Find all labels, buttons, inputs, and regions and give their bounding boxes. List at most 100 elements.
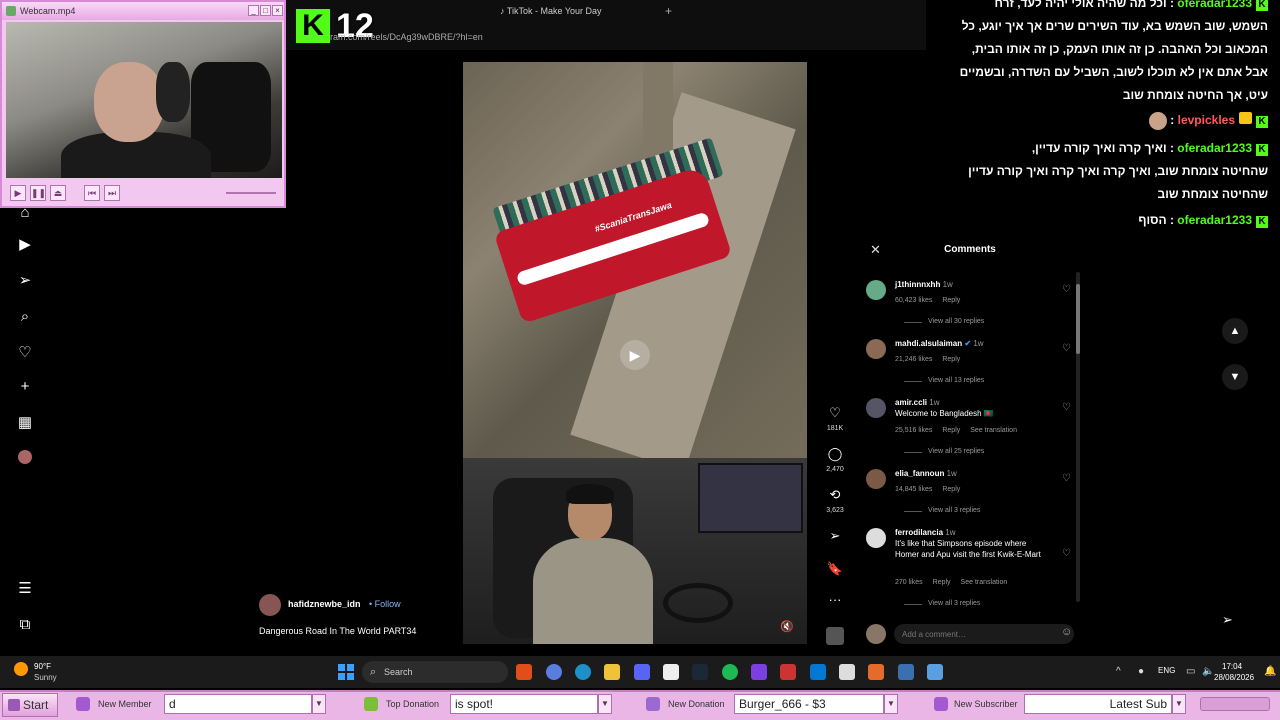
taskbar-search[interactable]: Search: [362, 661, 508, 683]
steam-client-icon[interactable]: [898, 664, 914, 680]
creator-avatar[interactable]: [259, 594, 281, 616]
audio-thumbnail[interactable]: [826, 627, 844, 645]
reel-video-top[interactable]: #ScaniaTransJawa: [463, 62, 807, 458]
commenter-username[interactable]: j1thinnnxhh 1w: [895, 280, 953, 289]
notifications-bell-icon[interactable]: 🔔: [1264, 666, 1276, 677]
see-translation-link[interactable]: See translation: [961, 579, 1008, 586]
reply-link[interactable]: Reply: [942, 356, 960, 363]
weather-sun-icon[interactable]: [14, 662, 28, 676]
app-icon[interactable]: [751, 664, 767, 680]
view-replies-link[interactable]: View all 30 replies: [903, 318, 984, 325]
mute-icon[interactable]: 🔇: [780, 620, 794, 633]
comment-like-icon[interactable]: ♡: [1062, 402, 1071, 413]
play-button[interactable]: ▶: [620, 340, 650, 370]
notepad-icon[interactable]: [839, 664, 855, 680]
vscode-icon[interactable]: [810, 664, 826, 680]
reply-link[interactable]: Reply: [942, 297, 960, 304]
app-icon[interactable]: [868, 664, 884, 680]
more-apps-icon[interactable]: ⧉: [16, 616, 34, 634]
play-icon[interactable]: ▶: [10, 185, 26, 201]
input-language[interactable]: ENG: [1158, 666, 1175, 675]
previous-icon[interactable]: ⏮: [84, 185, 100, 201]
commenter-avatar[interactable]: [866, 280, 886, 300]
view-replies-link[interactable]: View all 3 replies: [903, 507, 980, 514]
reply-link[interactable]: Reply: [942, 486, 960, 493]
brave-browser-icon[interactable]: [516, 664, 532, 680]
commenter-username[interactable]: amir.ccli 1w: [895, 398, 940, 407]
reel-video-bottom[interactable]: [463, 458, 807, 644]
volume-icon[interactable]: 🔈: [1202, 666, 1214, 677]
commenter-avatar[interactable]: [866, 339, 886, 359]
network-icon[interactable]: ▭: [1186, 666, 1195, 677]
add-comment-input[interactable]: [894, 624, 1074, 644]
chevron-down-icon[interactable]: ▼: [598, 694, 612, 714]
menu-icon[interactable]: ☰: [16, 580, 34, 598]
view-replies-link[interactable]: View all 13 replies: [903, 377, 984, 384]
commenter-username[interactable]: elia_fannoun 1w: [895, 469, 957, 478]
bookmark-icon[interactable]: 🔖: [826, 561, 844, 577]
previous-reel-chevron-up-icon[interactable]: ▲: [1222, 318, 1248, 344]
view-replies-link[interactable]: View all 3 replies: [903, 600, 980, 607]
commenter-username[interactable]: ferrodilancia 1w: [895, 528, 955, 537]
next-reel-chevron-down-icon[interactable]: ▼: [1222, 364, 1248, 390]
commenter-avatar[interactable]: [866, 469, 886, 489]
notifications-heart-icon[interactable]: ♡: [16, 344, 34, 362]
next-icon[interactable]: ⏭: [104, 185, 120, 201]
commenter-avatar[interactable]: [866, 528, 886, 548]
search-icon[interactable]: ⌕: [16, 308, 34, 326]
profile-avatar[interactable]: [16, 450, 34, 468]
repost-icon[interactable]: ⟲: [826, 487, 844, 503]
comment-like-icon[interactable]: ♡: [1062, 343, 1071, 354]
tray-app-icon[interactable]: ●: [1138, 666, 1144, 677]
minimize-icon[interactable]: _: [248, 5, 259, 16]
creator-username[interactable]: hafidznewbe_idn: [288, 599, 361, 609]
comments-scroll-thumb[interactable]: [1076, 284, 1080, 354]
start-button[interactable]: Start: [2, 693, 58, 717]
commenter-avatar[interactable]: [866, 398, 886, 418]
eject-icon[interactable]: ⏏: [50, 185, 66, 201]
comment-like-icon[interactable]: ♡: [1062, 284, 1071, 295]
home-icon[interactable]: ⌂: [16, 204, 34, 222]
comment-like-icon[interactable]: ♡: [1062, 548, 1071, 559]
app-icon[interactable]: [927, 664, 943, 680]
clock-date[interactable]: 28/08/2026: [1214, 673, 1254, 682]
chevron-down-icon[interactable]: ▼: [312, 694, 326, 714]
commenter-username[interactable]: mahdi.alsulaiman ✔ 1w: [895, 339, 984, 348]
address-bar[interactable]: ram.com/reels/DcAg39wDBRE/?hl=en: [330, 32, 483, 42]
new-tab-icon[interactable]: +: [665, 4, 672, 18]
chevron-down-icon[interactable]: ▼: [1172, 694, 1186, 714]
share-icon[interactable]: ➢: [826, 528, 844, 544]
windows-start-icon[interactable]: [338, 664, 354, 680]
close-icon[interactable]: ×: [272, 5, 283, 16]
dashboard-icon[interactable]: ▦: [16, 414, 34, 432]
copilot-icon[interactable]: [546, 664, 562, 680]
pause-icon[interactable]: ❚❚: [30, 185, 46, 201]
store-icon[interactable]: [663, 664, 679, 680]
reply-link[interactable]: Reply: [942, 427, 960, 434]
emoji-icon[interactable]: ☺: [1061, 626, 1072, 638]
spotify-icon[interactable]: [722, 664, 738, 680]
messages-icon[interactable]: ➢: [1222, 612, 1233, 628]
tray-expand-chevron-icon[interactable]: ^: [1116, 666, 1121, 677]
view-replies-link[interactable]: View all 25 replies: [903, 448, 984, 455]
comment-like-icon[interactable]: ♡: [1062, 473, 1071, 484]
clock-time[interactable]: 17:04: [1222, 662, 1242, 671]
steam-icon[interactable]: [692, 664, 708, 680]
volume-slider[interactable]: [226, 192, 276, 194]
maximize-icon[interactable]: □: [260, 5, 271, 16]
discord-icon[interactable]: [634, 664, 650, 680]
explore-icon[interactable]: ➢: [16, 272, 34, 290]
app-icon[interactable]: [780, 664, 796, 680]
comment-icon[interactable]: ◯: [826, 446, 844, 462]
file-explorer-icon[interactable]: [604, 664, 620, 680]
edge-browser-icon[interactable]: [575, 664, 591, 680]
follow-button[interactable]: • Follow: [369, 599, 401, 609]
reels-icon[interactable]: ▶: [16, 236, 34, 254]
like-heart-icon[interactable]: ♡: [826, 405, 844, 421]
see-translation-link[interactable]: See translation: [970, 427, 1017, 434]
create-icon[interactable]: +: [16, 378, 34, 396]
reply-link[interactable]: Reply: [933, 579, 951, 586]
browser-tab[interactable]: ♪ TikTok - Make Your Day: [500, 6, 602, 16]
more-options-icon[interactable]: ···: [826, 592, 844, 607]
chevron-down-icon[interactable]: ▼: [884, 694, 898, 714]
